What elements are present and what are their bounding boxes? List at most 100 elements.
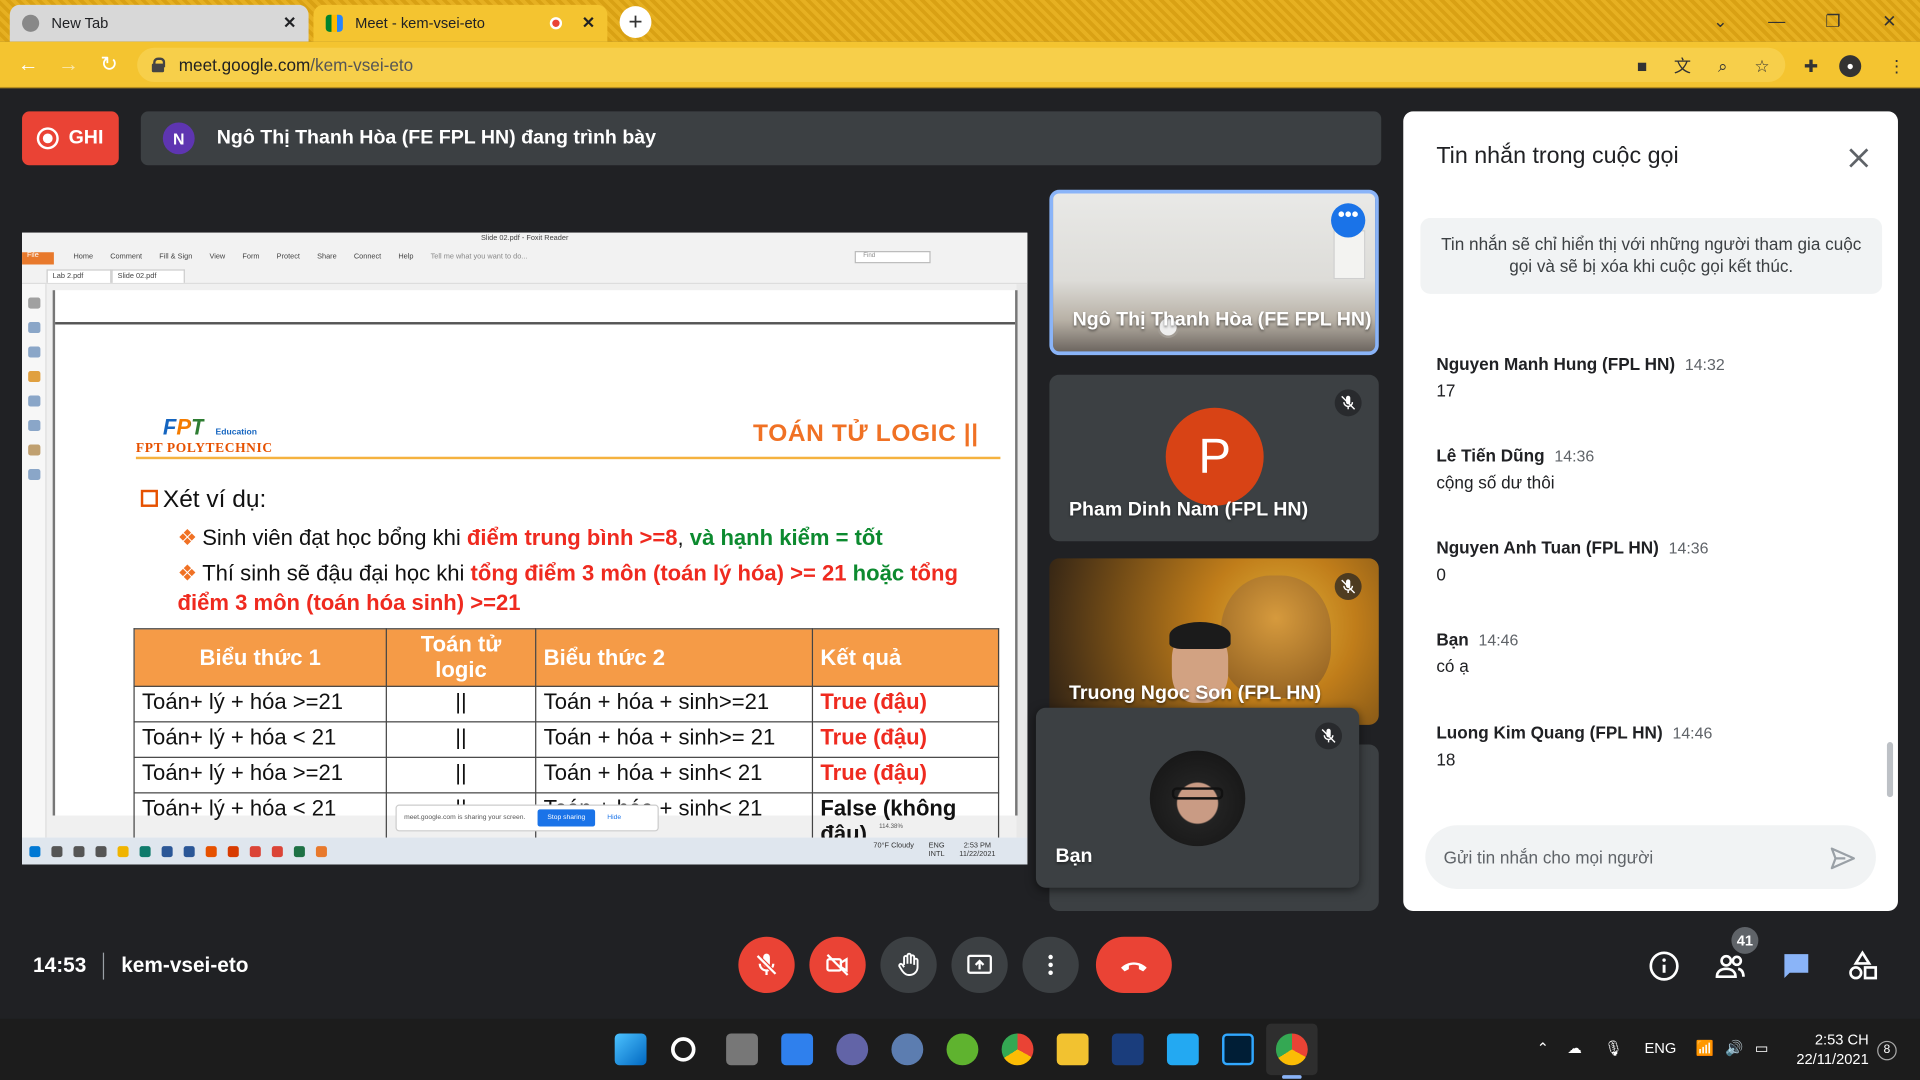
table-row: Toán+ lý + hóa < 21 || Toán + hóa + sinh…	[133, 721, 1000, 758]
close-window-button[interactable]: ✕	[1861, 0, 1917, 42]
tab-new-tab[interactable]: New Tab ✕	[9, 4, 309, 42]
hang-up-icon	[1121, 962, 1147, 972]
mic-off-icon	[1334, 389, 1362, 417]
participant-name: Pham Dinh Nam (FPL HN)	[1068, 499, 1309, 521]
more-options-button[interactable]	[1022, 936, 1079, 994]
vscode-icon[interactable]	[1166, 1033, 1199, 1066]
self-tile[interactable]: Bạn	[1035, 707, 1360, 888]
slide-page: FPT Education FPT POLYTECHNIC TOÁN TỬ LO…	[52, 290, 1018, 860]
devc-icon[interactable]	[1111, 1033, 1144, 1066]
present-screen-button[interactable]	[951, 936, 1008, 994]
table-header: Biểu thức 2	[535, 628, 814, 687]
close-icon[interactable]	[1844, 143, 1873, 172]
battery-icon[interactable]: ▭	[1755, 1040, 1769, 1057]
tray-date: 22/11/2021	[1796, 1050, 1869, 1068]
chrome-icon[interactable]	[1001, 1033, 1034, 1066]
chat-scrollbar[interactable]	[1886, 742, 1894, 798]
reload-icon[interactable]: ↻	[96, 51, 123, 78]
url-path: /kem-vsei-eto	[310, 55, 414, 75]
foxit-tell-me: Tell me what you want to do...	[430, 253, 528, 261]
tab-close-icon[interactable]: ✕	[283, 13, 296, 33]
shared-clock-time: 2:53 PM	[963, 842, 992, 850]
chat-time: 14:36	[1668, 538, 1709, 558]
bullet-highlight: điểm trung bình >=8	[466, 525, 678, 550]
activities-icon[interactable]	[1845, 949, 1879, 983]
foxit-file-tab: File	[22, 252, 54, 265]
sharing-banner-text: meet.google.com is sharing your screen.	[404, 814, 526, 822]
recording-indicator[interactable]: GHI	[22, 111, 119, 166]
tray-lang[interactable]: ENG	[1644, 1040, 1676, 1057]
chat-text: 18	[1436, 749, 1456, 769]
tab-meet[interactable]: Meet - kem-vsei-eto ✕	[313, 4, 608, 42]
translate-icon[interactable]: 文	[1671, 55, 1693, 77]
volume-icon[interactable]: 🔊	[1725, 1040, 1743, 1057]
search-icon[interactable]	[671, 1037, 696, 1062]
meeting-details-icon[interactable]	[1647, 949, 1681, 983]
extensions-icon[interactable]: ✚	[1800, 55, 1822, 77]
shared-lang-1: ENG	[928, 842, 945, 850]
address-bar[interactable]: meet.google.com/kem-vsei-eto	[137, 47, 1786, 83]
start-icon[interactable]	[614, 1033, 647, 1066]
task-view-icon[interactable]	[726, 1033, 758, 1066]
foxit-menu: Home Comment Fill & Sign View Form Prote…	[73, 253, 527, 260]
tab-close-icon[interactable]: ✕	[582, 13, 595, 33]
table-cell: True (đậu)	[811, 721, 1000, 758]
chat-title: Tin nhắn trong cuộc gọi	[1436, 143, 1679, 169]
chat-teams-icon[interactable]	[836, 1033, 869, 1066]
chrome-active-icon[interactable]	[1275, 1033, 1308, 1066]
glasses	[1171, 787, 1224, 800]
diamond-bullet-icon: ❖	[177, 525, 198, 550]
coccoc-icon[interactable]	[946, 1033, 979, 1066]
chat-icon[interactable]	[1779, 949, 1813, 983]
participant-tile[interactable]: P Pham Dinh Nam (FPL HN)	[1049, 374, 1379, 542]
foxit-zoom: 114.38%	[879, 822, 903, 831]
wifi-icon[interactable]: 📶	[1696, 1040, 1714, 1057]
camera-toggle-button[interactable]	[809, 936, 866, 994]
mic-icon[interactable]: 🎙	[1604, 1040, 1623, 1057]
chat-message: Lê Tiến Dũng 14:36 cộng số dư thôi	[1436, 446, 1594, 493]
onedrive-icon[interactable]: ☁	[1567, 1040, 1582, 1057]
chat-text: cộng số dư thôi	[1436, 472, 1555, 493]
minimize-button[interactable]: —	[1749, 0, 1805, 42]
bullet-text: Thí sinh sẽ đậu đại học khi	[202, 560, 471, 586]
table-cell: True (đậu)	[811, 685, 1000, 723]
tab-search-icon[interactable]: ⌄	[1692, 0, 1748, 42]
people-icon[interactable]	[1713, 949, 1747, 983]
notification-badge[interactable]: 8	[1877, 1040, 1897, 1061]
zoom-icon[interactable]: ⌕	[1712, 55, 1734, 77]
recording-dot-icon	[549, 17, 563, 30]
forward-icon[interactable]: →	[55, 51, 82, 78]
record-icon	[36, 127, 59, 150]
more-options-icon[interactable]: •••	[1331, 203, 1366, 238]
tray-chevron-icon[interactable]: ⌃	[1537, 1040, 1549, 1057]
participant-tile[interactable]: Truong Ngoc Son (FPL HN)	[1049, 558, 1379, 725]
file-explorer-icon[interactable]	[1056, 1033, 1089, 1066]
shared-screen: Slide 02.pdf - Foxit Reader File Home Co…	[22, 232, 1028, 865]
photoshop-icon[interactable]	[1222, 1033, 1254, 1066]
slide-title-rule	[135, 456, 1001, 460]
foxit-scrollbar	[1016, 284, 1028, 838]
back-icon[interactable]: ←	[15, 51, 42, 78]
raise-hand-button[interactable]	[880, 936, 937, 994]
camera-in-use-icon[interactable]: ■	[1631, 55, 1653, 77]
participant-tile-presenter[interactable]: ••• Ngô Thị Thanh Hòa (FE FPL HN)	[1049, 189, 1379, 356]
tray-clock[interactable]: 2:53 CH 22/11/2021	[1796, 1030, 1868, 1069]
slide-title: TOÁN TỬ LOGIC ||	[753, 420, 979, 447]
previous-page-edge	[55, 290, 1016, 325]
send-icon[interactable]	[1828, 844, 1857, 873]
menu-kebab-icon[interactable]: ⋮	[1886, 55, 1908, 77]
chat-text: 0	[1436, 564, 1446, 585]
chat-input[interactable]: Gửi tin nhắn cho mọi người	[1425, 825, 1876, 889]
lock-icon	[151, 57, 166, 73]
settings-icon[interactable]	[891, 1033, 924, 1066]
profile-avatar[interactable]: ●	[1839, 55, 1862, 78]
widgets-icon[interactable]	[781, 1033, 814, 1066]
bookmark-star-icon[interactable]: ☆	[1751, 55, 1773, 77]
mic-toggle-button[interactable]	[738, 936, 795, 994]
leave-call-button[interactable]	[1095, 936, 1172, 994]
stop-sharing-button: Stop sharing	[537, 809, 596, 827]
restore-button[interactable]: ❐	[1805, 0, 1861, 42]
chat-panel: Tin nhắn trong cuộc gọi Tin nhắn sẽ chỉ …	[1403, 111, 1898, 912]
table-header: Toán tử logic	[385, 628, 537, 687]
new-tab-button[interactable]: +	[619, 6, 652, 38]
